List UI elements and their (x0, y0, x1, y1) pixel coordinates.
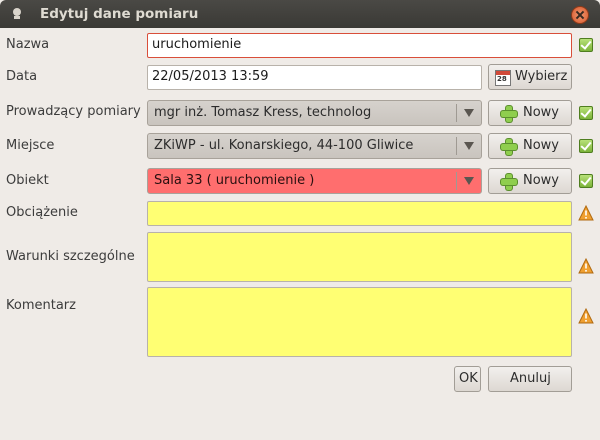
warning-icon (578, 205, 594, 221)
checkmark-icon (579, 106, 593, 120)
obiekt-select[interactable]: Sala 33 ( uruchomienie ) (147, 168, 482, 194)
plus-icon (501, 106, 517, 122)
date-input[interactable]: 22/05/2013 13:59 (147, 65, 482, 90)
komentarz-textarea[interactable] (147, 287, 572, 357)
title-bar[interactable]: Edytuj dane pomiaru (0, 0, 600, 28)
new-miejsce-label: Nowy (523, 138, 560, 153)
prowadzacy-select[interactable]: mgr inż. Tomasz Kress, technolog (147, 100, 482, 126)
nazwa-input[interactable]: uruchomienie (147, 33, 572, 58)
chevron-down-icon (464, 109, 474, 117)
warunki-textarea[interactable] (147, 232, 572, 282)
plus-icon (501, 139, 517, 155)
close-icon[interactable] (571, 6, 589, 24)
nazwa-label: Nazwa (6, 37, 50, 52)
warning-icon (578, 308, 594, 324)
miejsce-value: ZKiWP - ul. Konarskiego, 44-100 Gliwice (154, 138, 414, 153)
obiekt-value: Sala 33 ( uruchomienie ) (154, 173, 315, 188)
obciazenie-label: Obciążenie (6, 205, 78, 220)
window-title: Edytuj dane pomiaru (40, 6, 199, 22)
warunki-label: Warunki szczególne (6, 249, 135, 264)
new-obiekt-button[interactable]: Nowy (488, 168, 572, 194)
warning-icon (578, 258, 594, 274)
checkmark-icon (579, 139, 593, 153)
new-prowadzacy-button[interactable]: Nowy (488, 100, 572, 126)
new-prowadzacy-label: Nowy (523, 105, 560, 120)
ok-button[interactable]: OK (454, 366, 481, 392)
obiekt-label: Obiekt (6, 173, 49, 188)
miejsce-select[interactable]: ZKiWP - ul. Konarskiego, 44-100 Gliwice (147, 133, 482, 159)
plus-icon (501, 174, 517, 190)
miejsce-label: Miejsce (6, 138, 55, 153)
obciazenie-input[interactable] (147, 201, 572, 226)
app-icon (13, 8, 21, 19)
new-miejsce-button[interactable]: Nowy (488, 133, 572, 159)
calendar-day: 28 (497, 75, 507, 83)
choose-date-button[interactable]: 28 Wybierz (488, 64, 572, 90)
new-obiekt-label: Nowy (523, 173, 560, 188)
prowadzacy-label: Prowadzący pomiary (6, 104, 141, 119)
komentarz-label: Komentarz (6, 298, 76, 313)
calendar-icon: 28 (495, 70, 511, 86)
chevron-down-icon (464, 177, 474, 185)
choose-date-label: Wybierz (515, 69, 568, 84)
data-label: Data (6, 69, 38, 84)
ok-label: OK (459, 371, 478, 386)
cancel-label: Anuluj (510, 371, 551, 386)
checkmark-icon (579, 38, 593, 52)
dialog-window: Edytuj dane pomiaru Nazwa uruchomienie D… (0, 0, 600, 440)
checkmark-icon (579, 174, 593, 188)
cancel-button[interactable]: Anuluj (488, 366, 572, 392)
chevron-down-icon (464, 142, 474, 150)
prowadzacy-value: mgr inż. Tomasz Kress, technolog (154, 105, 372, 120)
